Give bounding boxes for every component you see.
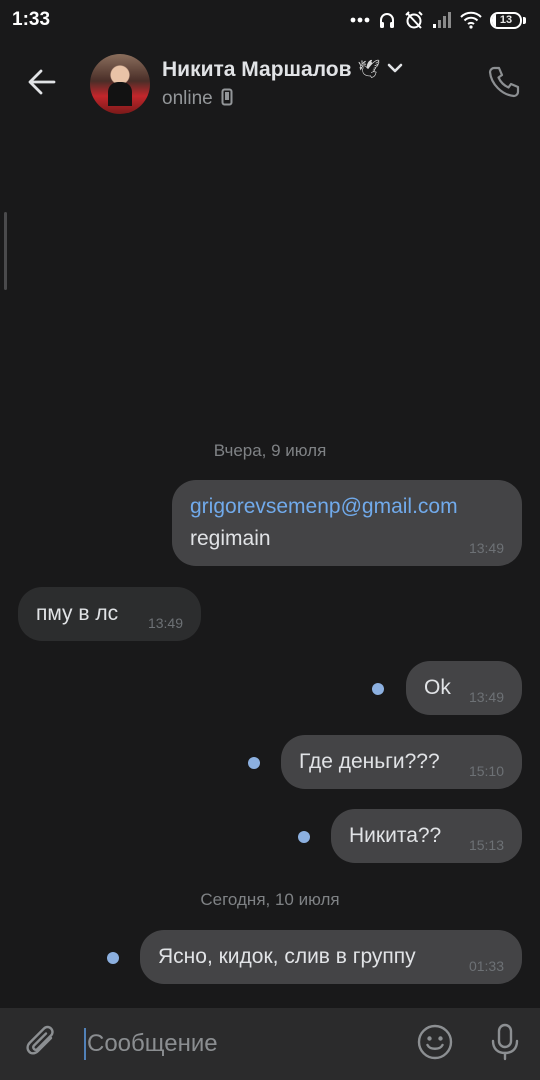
status-bar: 1:33 13 [0,0,540,40]
date-separator-yesterday: Вчера, 9 июля [213,441,327,460]
message-bubble-email[interactable]: grigorevsemenp@gmail.com regimain 13:49 [172,480,522,566]
message-placeholder: Сообщение [87,1030,218,1057]
chat-header: Никита Маршалов 🕊 online [0,40,540,128]
message-text: Где деньги??? [299,750,440,773]
phone-icon [487,65,521,104]
message-bubble-nikita[interactable]: Никита?? 15:13 [331,809,522,863]
message-time: 15:10 [468,763,504,779]
attach-button[interactable] [0,1008,84,1080]
message-input[interactable]: Сообщение [84,1008,400,1080]
message-bubble-incoming[interactable]: пму в лс 13:49 [18,587,201,641]
battery-level: 13 [499,14,513,26]
message-bubble-last[interactable]: Ясно, кидок, слив в группу 01:33 [140,930,522,984]
unread-indicator [248,757,260,769]
message-bubble-ok[interactable]: Ok 13:49 [406,661,522,715]
message-text: Ясно, кидок, слив в группу [158,945,416,968]
email-link[interactable]: grigorevsemenp@gmail.com [190,491,504,523]
date-separator-today: Сегодня, 10 июля [200,890,340,909]
wifi-icon [460,11,482,29]
voice-message-button[interactable] [470,1008,540,1080]
message-text: пму в лс [36,602,119,625]
contact-avatar[interactable] [90,54,150,114]
mobile-device-icon [221,88,233,111]
message-text: Никита?? [349,824,442,847]
microphone-icon [490,1023,520,1066]
unread-indicator [298,831,310,843]
emoji-icon [416,1023,454,1066]
message-text: regimain [190,527,271,550]
message-time: 15:13 [468,837,504,853]
chevron-down-icon[interactable] [386,61,404,79]
contact-info[interactable]: Никита Маршалов 🕊 online [162,58,468,111]
call-button[interactable] [468,40,540,128]
message-time: 13:49 [468,689,504,705]
contact-name: Никита Маршалов [162,57,352,81]
message-time: 01:33 [468,958,504,974]
paperclip-icon [25,1023,59,1066]
message-time: 13:49 [147,615,183,631]
message-text: Ok [424,676,451,699]
status-icons: 13 [350,10,526,30]
status-time: 1:33 [12,9,51,30]
unread-indicator [107,952,119,964]
scroll-indicator[interactable] [4,212,7,290]
battery-icon: 13 [490,11,526,29]
arrow-left-icon [28,69,56,100]
more-dots-icon [350,17,370,23]
unread-indicator [372,683,384,695]
dove-badge: 🕊 [357,59,381,79]
message-bubble-money[interactable]: Где деньги??? 15:10 [281,735,522,789]
back-button[interactable] [0,40,84,128]
headphones-icon [378,11,396,29]
message-time: 13:49 [468,540,504,556]
message-composer: Сообщение [0,1008,540,1080]
signal-icon [432,11,452,29]
text-caret [84,1028,86,1060]
online-status: online [162,88,213,109]
alarm-off-icon [404,10,424,30]
emoji-button[interactable] [400,1008,470,1080]
